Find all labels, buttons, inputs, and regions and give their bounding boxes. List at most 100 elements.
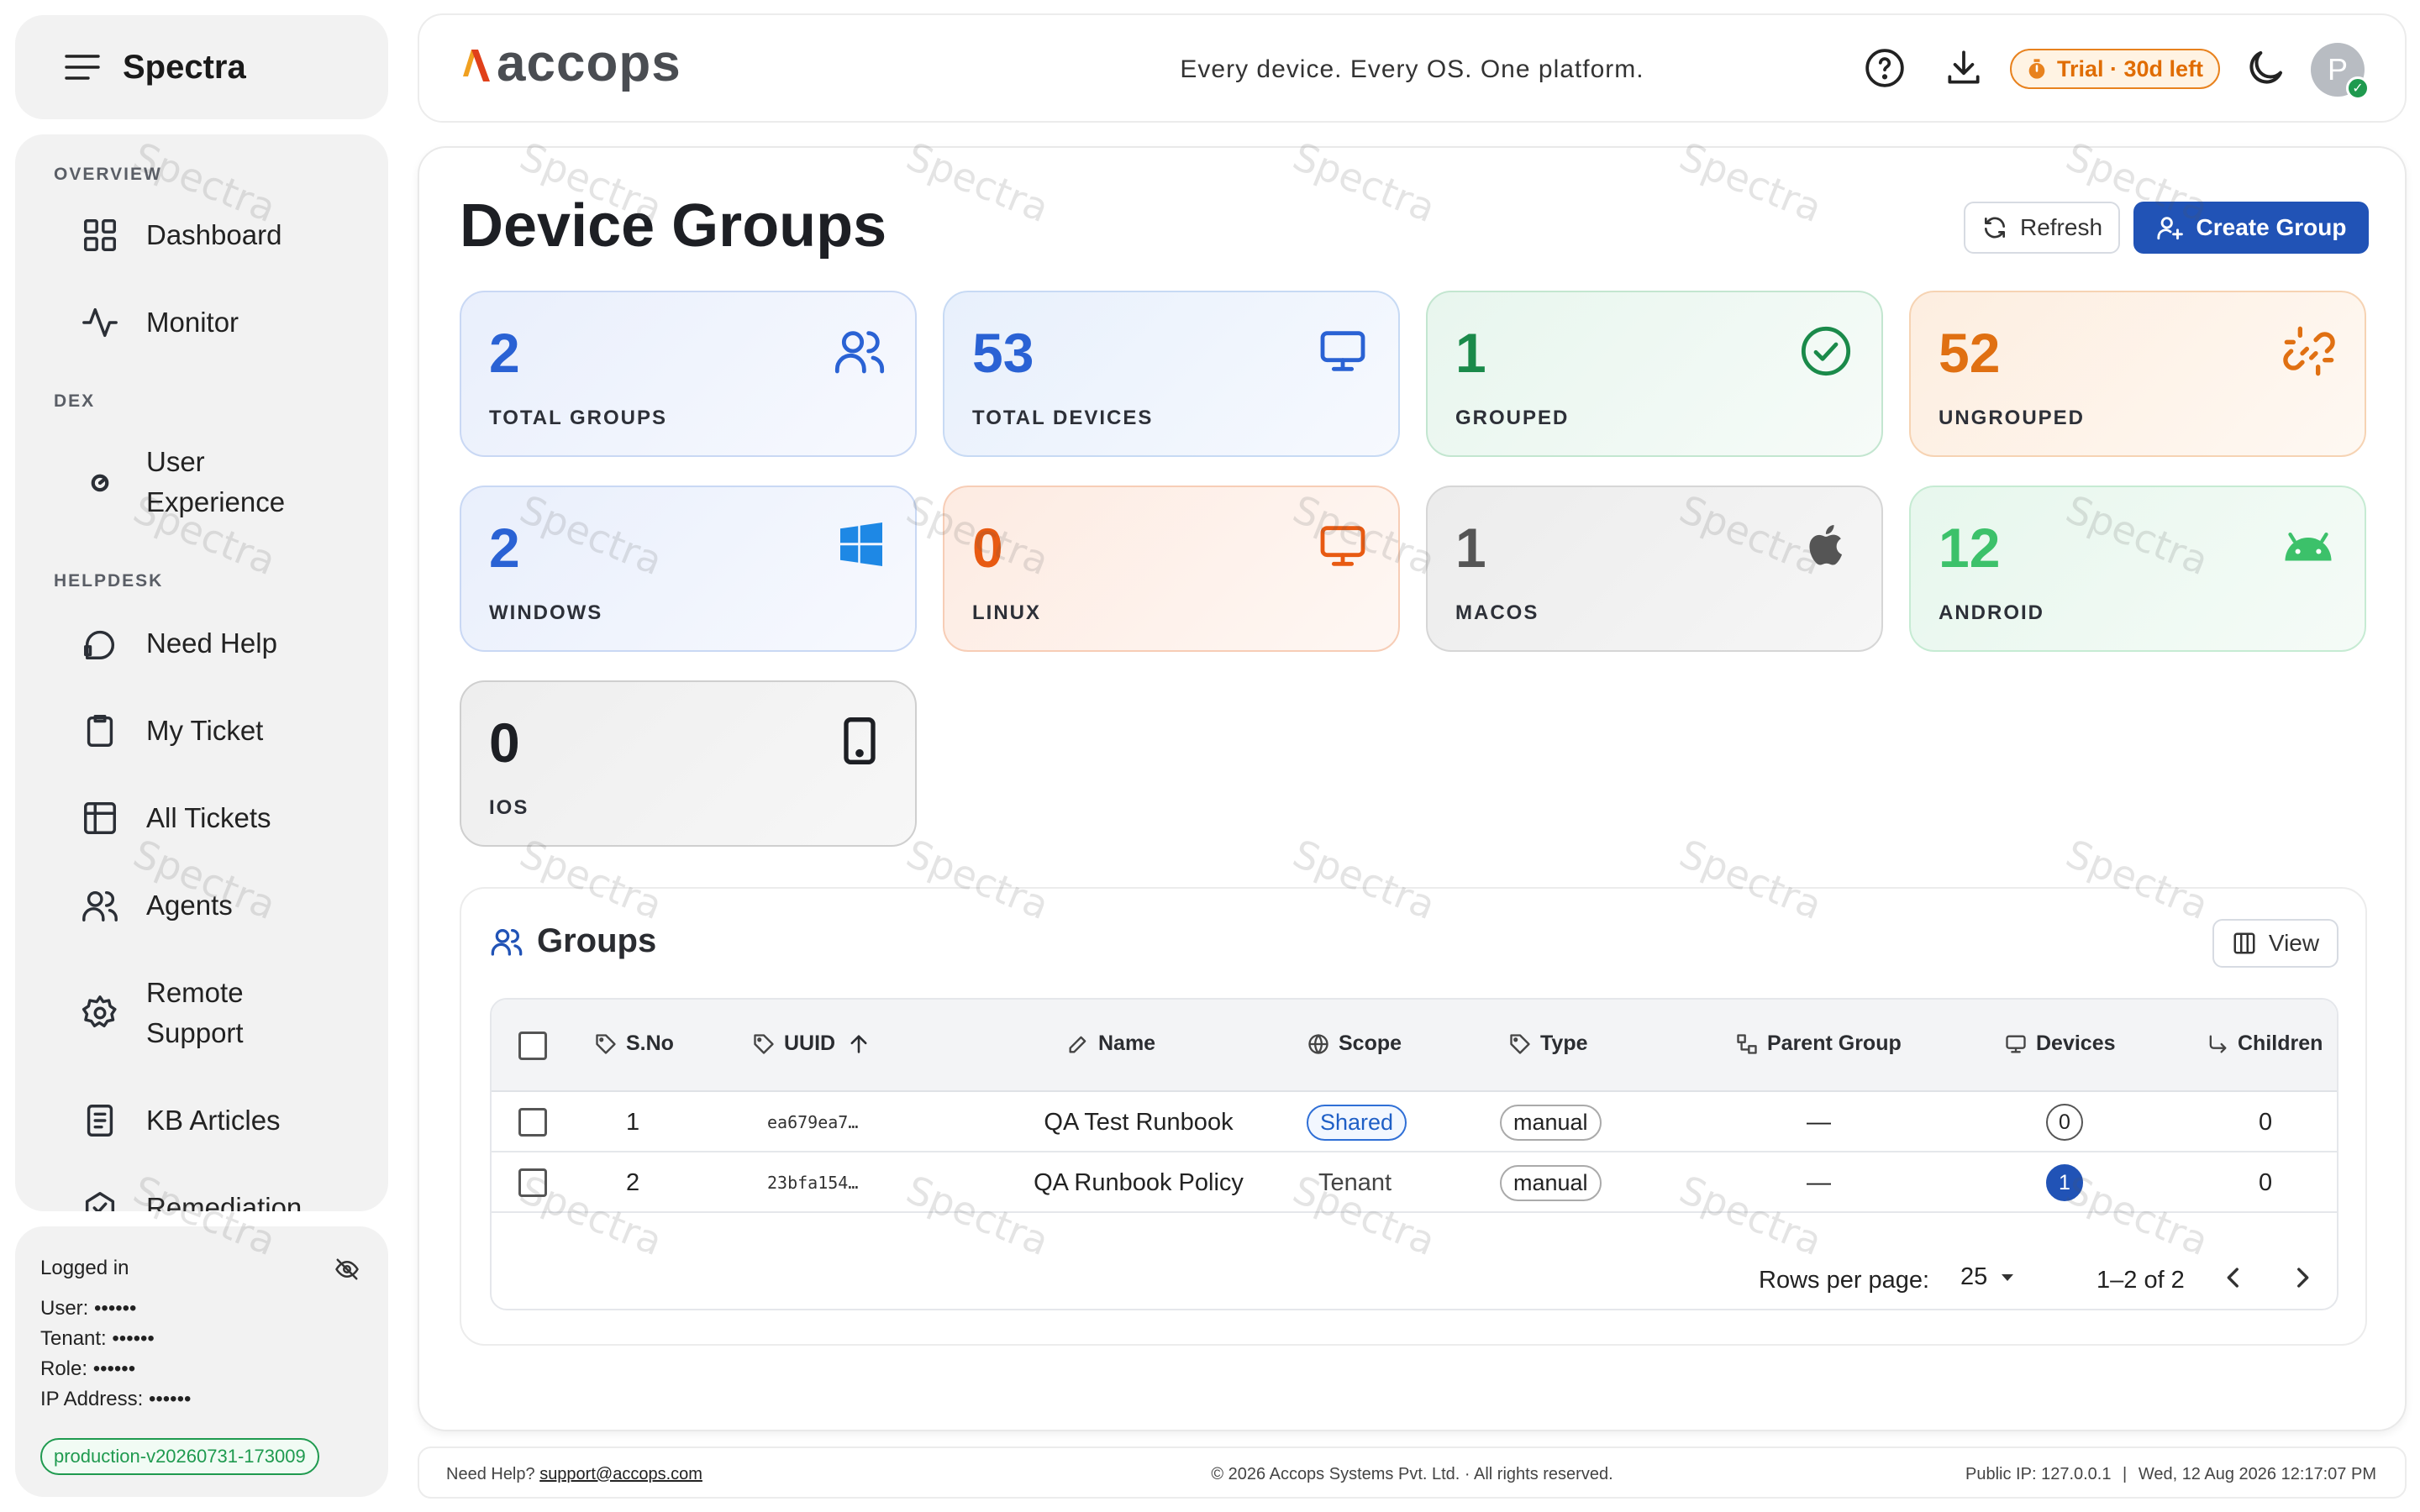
chevron-right-icon[interactable] (2288, 1263, 2317, 1292)
select-all-checkbox[interactable] (518, 1032, 547, 1060)
check-circle-icon (1799, 324, 1853, 378)
refresh-button[interactable]: Refresh (1964, 202, 2120, 254)
sidebar-item-agents[interactable]: Agents (81, 885, 331, 926)
column-header-parent-group[interactable]: Parent Group (1735, 1032, 1902, 1056)
sidebar-item-monitor[interactable]: Monitor (81, 302, 331, 343)
column-header-children[interactable]: Children (2206, 1032, 2323, 1056)
column-header-sno[interactable]: S.No (594, 1032, 674, 1056)
sidebar-item-all-tickets[interactable]: All Tickets (81, 798, 331, 838)
groups-table: S.No UUID Name Scope Type Parent Group D… (490, 998, 2338, 1310)
stat-label: GROUPED (1455, 407, 1570, 429)
stat-card-grouped[interactable]: 1 GROUPED (1426, 291, 1883, 457)
chat-help-icon (81, 624, 119, 663)
view-label: View (2268, 930, 2320, 956)
shield-check-icon (81, 1189, 119, 1211)
sidebar-item-label: Remediation (146, 1192, 302, 1211)
hierarchy-icon (1735, 1032, 1759, 1056)
rows-per-page-select[interactable]: 25 (1960, 1263, 2016, 1291)
sort-ascending-icon[interactable] (847, 1032, 871, 1056)
stat-card-macos[interactable]: 1 MACOS (1426, 486, 1883, 652)
page-range: 1–2 of 2 (2096, 1267, 2185, 1294)
column-label: Devices (2036, 1032, 2116, 1055)
groups-title-text: Groups (537, 922, 657, 959)
cell-devices: 0 (2046, 1092, 2083, 1152)
ip-value: IP Address: •••••• (40, 1388, 192, 1410)
table-header: S.No UUID Name Scope Type Parent Group D… (492, 1000, 2337, 1092)
stat-card-total-groups[interactable]: 2 TOTAL GROUPS (460, 291, 917, 457)
gear-icon (81, 994, 119, 1032)
refresh-icon (1981, 214, 2008, 241)
chevron-left-icon[interactable] (2219, 1263, 2248, 1292)
menu-icon[interactable] (64, 53, 101, 81)
sidebar-item-user-experience[interactable]: User Experience (81, 442, 331, 522)
download-icon[interactable] (1943, 47, 1985, 89)
page-title: Device Groups (460, 192, 887, 260)
sidebar-item-dashboard[interactable]: Dashboard (81, 215, 331, 255)
sidebar-item-label: Need Help (146, 627, 277, 659)
dashboard-icon (81, 216, 119, 255)
column-header-scope[interactable]: Scope (1307, 1032, 1402, 1056)
stat-card-linux[interactable]: 0 LINUX (943, 486, 1400, 652)
sidebar-nav: OVERVIEW Dashboard Monitor DEX User Expe… (15, 134, 388, 1211)
help-circle-icon[interactable] (1864, 47, 1906, 89)
device-count-badge[interactable]: 0 (2046, 1104, 2083, 1141)
stat-card-ios[interactable]: 0 IOS (460, 680, 917, 847)
trial-badge[interactable]: Trial · 30d left (2010, 49, 2221, 89)
create-group-label: Create Group (2196, 214, 2347, 240)
logged-in-label: Logged in (40, 1257, 129, 1279)
users-icon (81, 886, 119, 925)
column-label: Name (1098, 1032, 1156, 1055)
row-checkbox[interactable] (518, 1108, 547, 1137)
cell-name[interactable]: QA Runbook Policy (1013, 1152, 1265, 1213)
cell-uuid: ea679ea7… (767, 1112, 859, 1132)
app-name: Spectra (123, 48, 246, 86)
stat-card-total-devices[interactable]: 53 TOTAL DEVICES (943, 291, 1400, 457)
footer-help: Need Help? support@accops.com (446, 1465, 702, 1484)
sidebar-item-remote-support[interactable]: Remote Support (81, 973, 331, 1053)
sidebar-item-need-help[interactable]: Need Help (81, 623, 331, 664)
sidebar-item-kb-articles[interactable]: KB Articles (81, 1100, 331, 1141)
view-columns-button[interactable]: View (2212, 919, 2338, 968)
eye-off-icon[interactable] (334, 1257, 360, 1282)
cell-uuid: 23bfa154… (767, 1173, 859, 1193)
top-bar: accops Every device. Every OS. One platf… (418, 13, 2407, 123)
column-header-devices[interactable]: Devices (2004, 1032, 2116, 1056)
role-value: Role: •••••• (40, 1357, 136, 1380)
support-email-link[interactable]: support@accops.com (539, 1465, 702, 1483)
tag-icon (752, 1032, 776, 1056)
table-pagination: Rows per page: 25 1–2 of 2 (492, 1235, 2337, 1309)
sidebar-item-remediation[interactable]: Remediation (81, 1188, 331, 1211)
column-header-type[interactable]: Type (1508, 1032, 1588, 1056)
version-badge: production-v20260731-173009 (40, 1438, 319, 1475)
stat-card-windows[interactable]: 2 WINDOWS (460, 486, 917, 652)
sidebar-item-my-ticket[interactable]: My Ticket (81, 711, 331, 751)
stat-card-android[interactable]: 12 ANDROID (1909, 486, 2366, 652)
separator: | (2123, 1465, 2128, 1483)
column-label: S.No (626, 1032, 674, 1055)
column-header-name[interactable]: Name (1066, 1032, 1155, 1056)
trial-text: Trial · 30d left (2057, 55, 2204, 81)
activity-icon (81, 303, 119, 342)
table-row[interactable]: 2 23bfa154… QA Runbook Policy Tenant man… (492, 1152, 2337, 1213)
moon-icon[interactable] (2243, 45, 2288, 91)
column-header-uuid[interactable]: UUID (752, 1032, 871, 1056)
cell-sno: 2 (626, 1168, 640, 1196)
table-row[interactable]: 1 ea679ea7… QA Test Runbook Shared manua… (492, 1092, 2337, 1152)
sidebar-item-label: All Tickets (146, 802, 271, 833)
stat-card-ungrouped[interactable]: 52 UNGROUPED (1909, 291, 2366, 457)
sidebar-item-label: KB Articles (146, 1105, 281, 1136)
create-group-button[interactable]: Create Group (2133, 202, 2369, 254)
stat-label: WINDOWS (489, 601, 603, 624)
row-checkbox[interactable] (518, 1168, 547, 1197)
tablet-icon (833, 714, 886, 768)
sidebar-item-label: Agents (146, 890, 233, 921)
scope-chip: Shared (1307, 1104, 1407, 1141)
table-icon (81, 799, 119, 837)
stat-label: UNGROUPED (1939, 407, 2086, 429)
avatar[interactable]: P ✓ (2311, 43, 2370, 100)
page-footer: Need Help? support@accops.com © 2026 Acc… (418, 1446, 2407, 1499)
cell-name[interactable]: QA Test Runbook (1013, 1092, 1265, 1152)
device-count-badge[interactable]: 1 (2046, 1164, 2083, 1201)
column-label: Parent Group (1767, 1032, 1902, 1055)
sidebar-item-label: User Experience (146, 446, 286, 517)
